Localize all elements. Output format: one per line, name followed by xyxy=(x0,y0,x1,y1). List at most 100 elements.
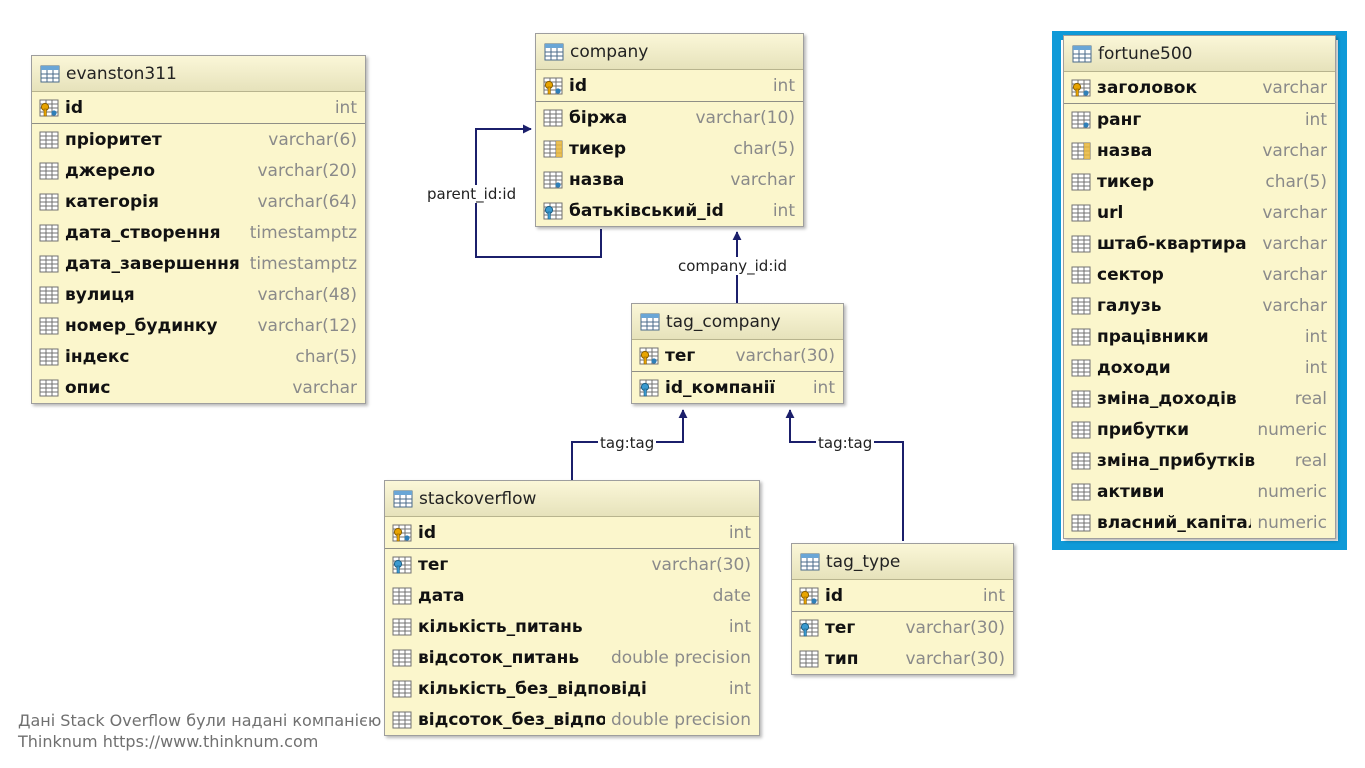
table-row[interactable]: назва varchar xyxy=(536,164,803,195)
column-type: int xyxy=(334,97,357,118)
table-row[interactable]: галузь varchar xyxy=(1064,290,1335,321)
table-row[interactable]: id int xyxy=(792,580,1013,612)
table-row[interactable]: дата_створення timestamptz xyxy=(32,217,365,248)
table-row[interactable]: зміна_прибутків real xyxy=(1064,445,1335,476)
table-tag-type[interactable]: tag_type id int тег varchar(30) тип varchar(30… xyxy=(791,543,1014,675)
column-name: тег xyxy=(665,345,696,366)
column-name: тег xyxy=(418,554,449,575)
table-row[interactable]: id_компанії int xyxy=(632,372,843,403)
column-type: varchar(20) xyxy=(257,160,357,181)
relationship-line-tag-type-tag-company xyxy=(785,409,904,541)
table-row[interactable]: опис varchar xyxy=(32,372,365,403)
table-row[interactable]: біржа varchar(10) xyxy=(536,102,803,133)
table-row[interactable]: дата_завершення timestamptz xyxy=(32,248,365,279)
table-row[interactable]: номер_будинку varchar(12) xyxy=(32,310,365,341)
table-fortune500[interactable]: fortune500 заголовок varchar ранг int назва va… xyxy=(1063,35,1336,539)
column-icon xyxy=(392,680,412,698)
column-icon xyxy=(39,317,59,335)
column-name: тип xyxy=(825,648,859,669)
table-evanston311[interactable]: evanston311 id int пріоритет varchar(6) джере… xyxy=(31,55,366,404)
table-row[interactable]: батьківський_id int xyxy=(536,195,803,226)
column-type: varchar xyxy=(1262,77,1327,98)
column-type: varchar xyxy=(1262,202,1327,223)
table-name: fortune500 xyxy=(1098,43,1193,64)
table-row[interactable]: кількість_без_відповіді int xyxy=(385,673,759,704)
table-stackoverflow[interactable]: stackoverflow id int тег varchar(30) дата date… xyxy=(384,480,760,736)
table-row[interactable]: активи numeric xyxy=(1064,476,1335,507)
column-type: varchar(6) xyxy=(268,129,357,150)
table-row[interactable]: зміна_доходів real xyxy=(1064,383,1335,414)
table-row[interactable]: прибутки numeric xyxy=(1064,414,1335,445)
column-name: url xyxy=(1097,202,1124,223)
table-row[interactable]: вулиця varchar(48) xyxy=(32,279,365,310)
foreign-key-icon xyxy=(799,619,819,637)
table-header[interactable]: stackoverflow xyxy=(385,481,759,517)
column-type: varchar xyxy=(292,377,357,398)
column-type: varchar(48) xyxy=(257,284,357,305)
table-icon xyxy=(800,553,820,571)
column-name: зміна_прибутків xyxy=(1097,450,1256,471)
table-row[interactable]: тег varchar(30) xyxy=(792,612,1013,643)
primary-key-icon xyxy=(639,347,659,365)
table-row[interactable]: пріоритет varchar(6) xyxy=(32,124,365,155)
table-company[interactable]: company id int біржа varchar(10) тикер char(5)… xyxy=(535,33,804,227)
table-row[interactable]: ранг int xyxy=(1064,104,1335,135)
table-icon xyxy=(40,65,60,83)
column-type: int xyxy=(812,377,835,398)
table-row[interactable]: працівники int xyxy=(1064,321,1335,352)
column-type: int xyxy=(728,522,751,543)
column-name: доходи xyxy=(1097,357,1171,378)
table-header[interactable]: tag_company xyxy=(632,304,843,340)
column-icon xyxy=(1071,235,1091,253)
column-type: char(5) xyxy=(1265,171,1327,192)
table-row[interactable]: id int xyxy=(32,92,365,124)
table-row[interactable]: відсоток_питань double precision xyxy=(385,642,759,673)
column-type: real xyxy=(1294,450,1327,471)
column-type: numeric xyxy=(1257,481,1327,502)
table-row[interactable]: категорія varchar(64) xyxy=(32,186,365,217)
table-row[interactable]: тег varchar(30) xyxy=(632,340,843,372)
table-row[interactable]: id int xyxy=(536,70,803,102)
column-type: varchar xyxy=(730,169,795,190)
table-row[interactable]: назва varchar xyxy=(1064,135,1335,166)
column-icon xyxy=(1071,483,1091,501)
column-icon xyxy=(39,193,59,211)
table-row[interactable]: тикер char(5) xyxy=(536,133,803,164)
column-icon xyxy=(39,162,59,180)
table-row[interactable]: доходи int xyxy=(1064,352,1335,383)
table-row[interactable]: власний_капітал numeric xyxy=(1064,507,1335,538)
table-row[interactable]: id int xyxy=(385,517,759,549)
footnote-line-2: Thinknum https://www.thinknum.com xyxy=(18,732,319,751)
table-row[interactable]: url varchar xyxy=(1064,197,1335,228)
table-row[interactable]: кількість_питань int xyxy=(385,611,759,642)
table-row[interactable]: тикер char(5) xyxy=(1064,166,1335,197)
column-name: тег xyxy=(825,617,856,638)
table-tag-company[interactable]: tag_company тег varchar(30) id_компанії int xyxy=(631,303,844,404)
column-name: заголовок xyxy=(1097,77,1198,98)
table-row[interactable]: сектор varchar xyxy=(1064,259,1335,290)
table-row[interactable]: індекс char(5) xyxy=(32,341,365,372)
table-row[interactable]: джерело varchar(20) xyxy=(32,155,365,186)
column-icon xyxy=(1071,421,1091,439)
column-type: varchar xyxy=(1262,295,1327,316)
column-name: дата xyxy=(418,585,465,606)
table-row[interactable]: штаб-квартира varchar xyxy=(1064,228,1335,259)
table-row[interactable]: тег varchar(30) xyxy=(385,549,759,580)
table-icon xyxy=(544,43,564,61)
table-header[interactable]: fortune500 xyxy=(1064,36,1335,72)
er-diagram: parent_id:id company_id:id tag:tag tag:t… xyxy=(0,0,1365,768)
footnote: Дані Stack Overflow були надані компаніє… xyxy=(18,710,381,752)
table-row[interactable]: заголовок varchar xyxy=(1064,72,1335,104)
table-header[interactable]: company xyxy=(536,34,803,70)
column-type: varchar(64) xyxy=(257,191,357,212)
column-name: відсоток_без_відповіді xyxy=(418,709,605,730)
table-row[interactable]: відсоток_без_відповідіdouble precision xyxy=(385,704,759,735)
table-header[interactable]: evanston311 xyxy=(32,56,365,92)
table-row[interactable]: дата date xyxy=(385,580,759,611)
relationship-label-parent-id: parent_id:id xyxy=(425,185,519,203)
table-header[interactable]: tag_type xyxy=(792,544,1013,580)
column-icon xyxy=(39,224,59,242)
table-row[interactable]: тип varchar(30) xyxy=(792,643,1013,674)
table-name: stackoverflow xyxy=(419,488,537,509)
column-type: timestamptz xyxy=(249,253,357,274)
